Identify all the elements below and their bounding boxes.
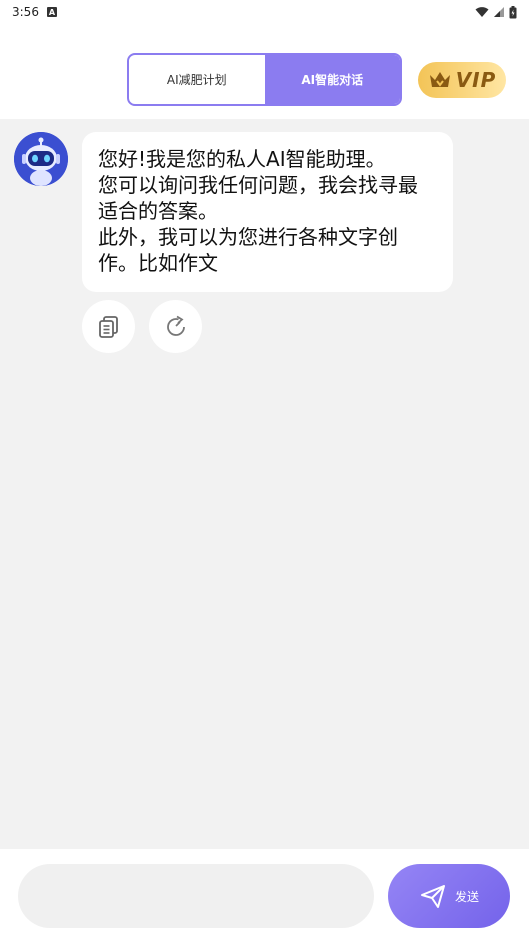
message-input[interactable] bbox=[18, 864, 374, 928]
copy-icon bbox=[98, 315, 118, 338]
regenerate-button[interactable] bbox=[149, 300, 202, 353]
status-right bbox=[475, 5, 517, 19]
refresh-icon bbox=[166, 315, 185, 336]
wifi-icon bbox=[475, 7, 489, 17]
status-left: 3:56 A bbox=[12, 5, 57, 19]
status-bar: 3:56 A bbox=[0, 0, 529, 24]
robot-icon bbox=[14, 132, 68, 186]
mode-segmented-control: AI减肥计划 AI智能对话 bbox=[127, 53, 402, 106]
status-time: 3:56 bbox=[12, 5, 39, 19]
battery-icon bbox=[509, 5, 517, 18]
assistant-message-bubble: 您好!我是您的私人AI智能助理。 您可以询问我任何问题，我会找寻最适合的答案。 … bbox=[82, 132, 453, 292]
vip-label: VIP bbox=[455, 68, 497, 92]
copy-button[interactable] bbox=[82, 300, 135, 353]
paper-plane-icon bbox=[420, 885, 445, 908]
send-button[interactable]: 发送 bbox=[388, 864, 510, 928]
signal-icon bbox=[494, 7, 504, 17]
vip-button[interactable]: VIP bbox=[418, 62, 506, 98]
send-label: 发送 bbox=[454, 889, 479, 904]
chat-area[interactable]: 您好!我是您的私人AI智能助理。 您可以询问我任何问题，我会找寻最适合的答案。 … bbox=[0, 119, 529, 849]
crown-icon bbox=[429, 72, 450, 87]
assistant-avatar bbox=[14, 132, 68, 186]
tab-ai-diet-plan[interactable]: AI减肥计划 bbox=[129, 55, 265, 104]
header: AI减肥计划 AI智能对话 VIP bbox=[0, 24, 529, 119]
tab-ai-chat[interactable]: AI智能对话 bbox=[264, 55, 400, 104]
composer-bar: 发送 bbox=[0, 849, 529, 942]
notification-icon: A bbox=[46, 7, 57, 17]
